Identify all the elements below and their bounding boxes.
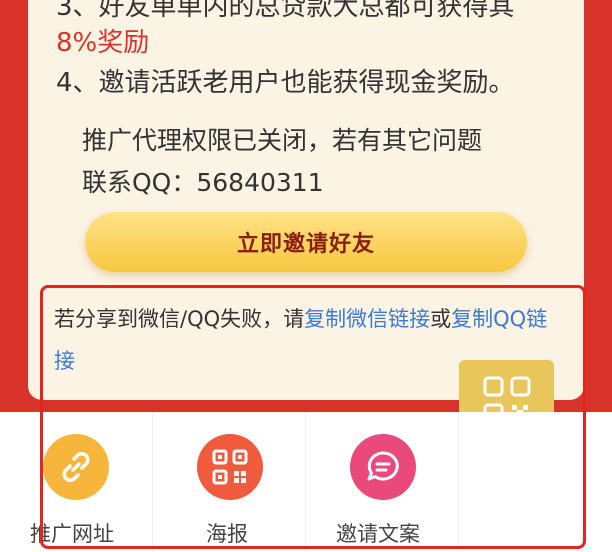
qrcode-icon bbox=[212, 449, 248, 485]
share-fail-prefix: 若分享到微信/QQ失败，请 bbox=[54, 307, 305, 331]
share-item-label: 推广网址 bbox=[30, 522, 114, 546]
share-sheet: 推广网址 海报 邀请文案 bbox=[0, 412, 612, 552]
share-item-invite-copy-circle bbox=[350, 434, 416, 500]
link-icon bbox=[62, 452, 90, 482]
rule-line-4: 4、邀请活跃老用户也能获得现金奖励。 bbox=[56, 68, 515, 98]
share-item-label: 邀请文案 bbox=[336, 522, 420, 546]
copy-wechat-link[interactable]: 复制微信链接 bbox=[304, 307, 430, 331]
rule-line-3: 3、好友单单内的总贷款大总都可获得其 bbox=[56, 0, 515, 22]
invite-friends-button[interactable]: 立即邀请好友 bbox=[85, 212, 527, 272]
share-item-poster[interactable]: 海报 bbox=[153, 412, 306, 552]
chat-bubble-icon bbox=[367, 451, 399, 481]
share-item-label: 海报 bbox=[206, 522, 248, 546]
share-item-promo-url-circle bbox=[43, 434, 109, 500]
reward-percent-text: 8%奖励 bbox=[56, 28, 150, 58]
share-item-empty bbox=[459, 412, 612, 552]
notice-contact: 联系QQ：56840311 bbox=[82, 168, 324, 197]
notice-line-1: 推广代理权限已关闭，若有其它问题 bbox=[82, 126, 483, 155]
share-item-poster-circle bbox=[197, 434, 263, 500]
agent-notice: 推广代理权限已关闭，若有其它问题 联系QQ：56840311 bbox=[82, 120, 482, 204]
share-item-promo-url[interactable]: 推广网址 bbox=[0, 412, 153, 552]
share-item-invite-copy[interactable]: 邀请文案 bbox=[306, 412, 459, 552]
share-fail-or: 或 bbox=[430, 307, 452, 331]
